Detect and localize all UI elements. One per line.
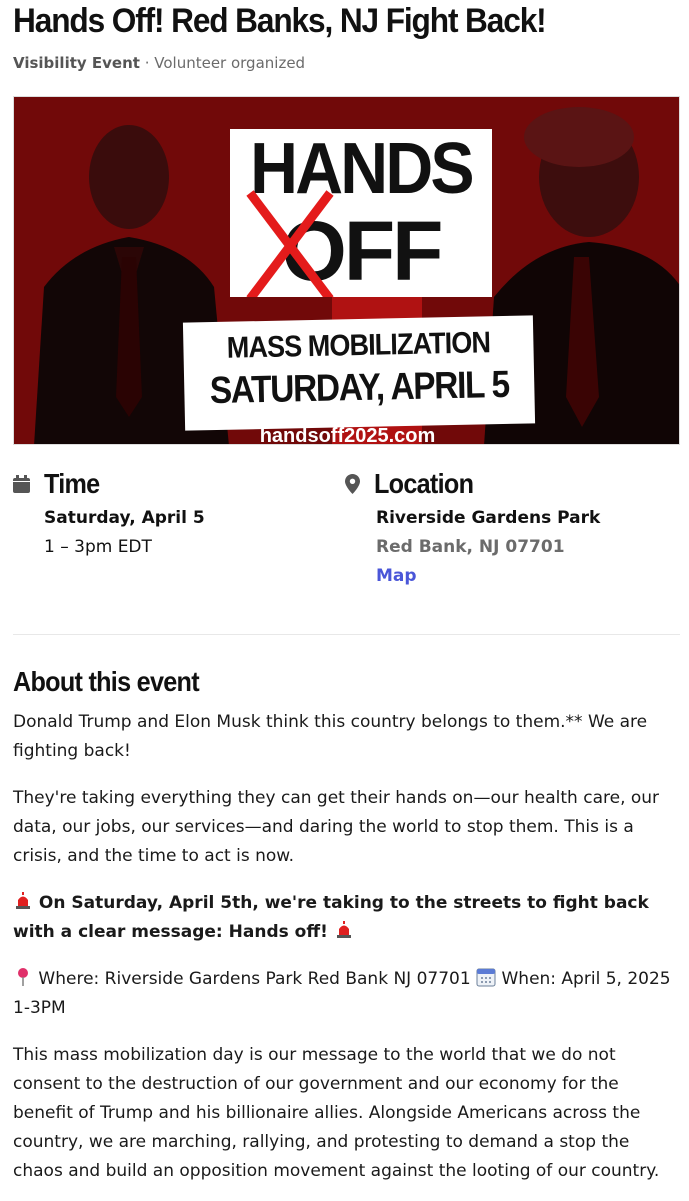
event-type: Visibility Event: [13, 54, 140, 72]
about-heading: About this event: [13, 666, 200, 697]
section-divider: [13, 634, 680, 635]
event-organizer: Volunteer organized: [154, 54, 306, 72]
event-where: Where: Riverside Gardens Park Red Bank N…: [38, 969, 471, 989]
location-section: Location Riverside Gardens Park Red Bank…: [345, 468, 600, 591]
event-title: Hands Off! Red Banks, NJ Fight Back!: [13, 2, 547, 40]
venue-name: Riverside Gardens Park: [376, 508, 601, 528]
event-page: Hands Off! Red Banks, NJ Fight Back! Vis…: [0, 0, 689, 1201]
siren-icon: [16, 892, 30, 909]
event-date: Saturday, April 5: [44, 508, 205, 528]
about-paragraph-2: They're taking everything they can get t…: [13, 788, 660, 866]
hero-image: HANDS OFF MASS MOBILIZATION SATURDAY, AP…: [13, 96, 680, 445]
about-body: Donald Trump and Elon Musk think this co…: [13, 708, 681, 1201]
subtitle-separator: ·: [139, 54, 155, 72]
about-paragraph-3-text: On Saturday, April 5th, we're taking to …: [13, 893, 649, 942]
red-x-icon: [246, 190, 334, 297]
map-link[interactable]: Map: [376, 562, 600, 591]
hands-off-logo: HANDS OFF: [230, 129, 492, 297]
round-pushpin-icon: [18, 968, 28, 986]
mobilization-banner: MASS MOBILIZATION SATURDAY, APRIL 5: [182, 315, 536, 431]
event-subtitle: Visibility Event · Volunteer organized: [13, 54, 305, 72]
hero-mobilization-text: MASS MOBILIZATION: [226, 326, 491, 365]
calendar-icon: [13, 475, 30, 493]
time-heading: Time: [44, 468, 100, 499]
hero-date-text: SATURDAY, APRIL 5: [209, 363, 510, 413]
calendar-emoji-icon: [476, 968, 496, 987]
time-section: Time Saturday, April 5 1 – 3pm EDT: [13, 468, 205, 562]
map-pin-icon: [345, 474, 360, 494]
venue-address: Red Bank, NJ 07701: [376, 537, 565, 557]
about-paragraph-1: Donald Trump and Elon Musk think this co…: [13, 712, 648, 761]
siren-icon: [336, 921, 351, 938]
about-paragraph-3: On Saturday, April 5th, we're taking to …: [13, 889, 681, 947]
event-hours: 1 – 3pm EDT: [44, 537, 152, 557]
about-paragraph-5: This mass mobilization day is our messag…: [13, 1045, 660, 1181]
hero-url-text: handsoff2025.com: [259, 425, 436, 445]
about-paragraph-4: Where: Riverside Gardens Park Red Bank N…: [13, 965, 681, 1023]
location-heading: Location: [374, 468, 474, 499]
